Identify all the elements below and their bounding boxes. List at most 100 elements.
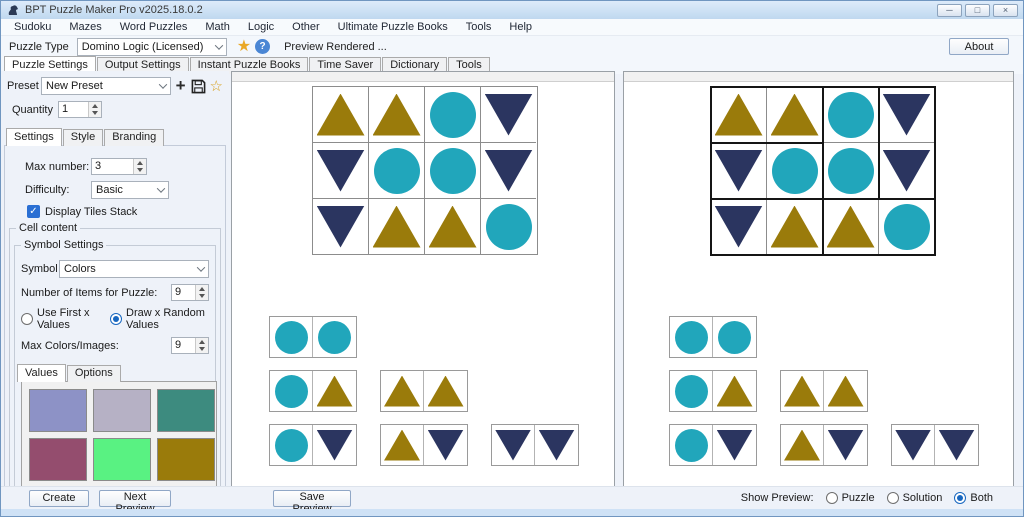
show-preview-radio-label-both: Both [970,492,993,504]
tile-cell [535,425,578,465]
max-number-label: Max number: [25,161,91,173]
spin-down-icon[interactable] [134,167,146,175]
stepper-arrows[interactable] [88,102,101,117]
menu-item-other[interactable]: Other [283,19,329,35]
tiles-row [269,424,579,466]
spin-down-icon[interactable] [89,110,101,118]
domino-tile [380,370,468,412]
grid-cell [767,199,823,254]
about-button[interactable]: About [949,38,1009,55]
window-title: BPT Puzzle Maker Pro v2025.18.0.2 [25,4,203,16]
menu-item-help[interactable]: Help [500,19,541,35]
symbol-select[interactable]: Colors [59,260,209,278]
create-button[interactable]: Create [29,490,89,507]
difficulty-select[interactable]: Basic [91,181,169,199]
panel-top-strip [232,72,614,82]
preset-row: Preset New Preset + ☆ [1,77,229,95]
radio-use-first-x-values[interactable]: Use First x Values [21,307,100,331]
window-controls: ─ □ × [937,4,1018,17]
valuetab-options[interactable]: Options [67,365,121,382]
preset-select[interactable]: New Preset [41,77,171,95]
stepper-arrows[interactable] [195,285,208,300]
favorite-preset-star-icon[interactable]: ☆ [210,79,223,94]
color-swatch-4[interactable] [29,438,87,481]
menu-item-sudoku[interactable]: Sudoku [5,19,60,35]
triangle-down-shape [495,430,531,461]
triangle-up-shape [771,94,819,136]
triangle-down-shape [317,430,353,461]
radio-label-use-first-x-values: Use First x Values [37,307,100,331]
value-mode-radios: Use First x Values Draw x Random Values [15,307,215,331]
grid-cell [711,143,767,199]
radio-icon [21,313,33,325]
color-swatch-2[interactable] [93,389,151,432]
spin-up-icon[interactable] [89,102,101,110]
circle-shape [828,148,874,194]
subtab-branding[interactable]: Branding [104,129,164,146]
circle-shape [318,321,351,354]
tile-cell [935,425,978,465]
circle-shape [675,375,708,408]
triangle-down-shape [883,150,931,192]
menu-item-mazes[interactable]: Mazes [60,19,110,35]
show-preview-radio-both[interactable]: Both [954,492,993,504]
valuetab-values[interactable]: Values [17,364,66,382]
color-swatch-6[interactable] [157,438,215,481]
menu-item-ultimate-puzzle-books[interactable]: Ultimate Puzzle Books [329,19,457,35]
menu-item-logic[interactable]: Logic [239,19,283,35]
spin-down-icon[interactable] [196,293,208,301]
next-preview-button[interactable]: Next Preview [99,490,171,507]
spin-up-icon[interactable] [196,285,208,293]
tile-cell [492,425,535,465]
menu-item-math[interactable]: Math [196,19,238,35]
triangle-up-shape [784,376,820,407]
color-swatch-3[interactable] [157,389,215,432]
display-tiles-row: ✓ Display Tiles Stack [5,205,225,218]
display-tiles-stack-checkbox[interactable]: ✓ [27,205,40,218]
solution-preview-panel [623,71,1014,487]
menu-item-tools[interactable]: Tools [457,19,501,35]
grid-cell [425,143,481,199]
grid-cell [313,87,369,143]
help-icon[interactable]: ? [255,39,270,54]
radio-draw-x-random-values[interactable]: Draw x Random Values [110,307,209,331]
favorite-star-icon[interactable]: ★ [237,39,251,55]
spin-up-icon[interactable] [134,159,146,167]
save-preview-button[interactable]: Save Preview [273,490,351,507]
display-tiles-stack-label: Display Tiles Stack [45,206,137,218]
save-preset-icon[interactable] [191,79,206,94]
subtab-settings[interactable]: Settings [6,128,62,146]
difficulty-value: Basic [96,184,123,196]
max-colors-stepper[interactable]: 9 [171,337,209,354]
stepper-arrows[interactable] [195,338,208,353]
triangle-up-shape [784,430,820,461]
close-button[interactable]: × [993,4,1018,17]
spin-up-icon[interactable] [196,338,208,346]
circle-shape [828,92,874,138]
domino-tile [669,370,757,412]
tile-cell [381,425,424,465]
max-colors-row: Max Colors/Images: 9 [15,337,215,354]
stepper-arrows[interactable] [133,159,146,174]
show-preview-radio-solution[interactable]: Solution [887,492,943,504]
items-for-puzzle-stepper[interactable]: 9 [171,284,209,301]
max-number-stepper[interactable]: 3 [91,158,147,175]
add-preset-icon[interactable]: + [176,79,186,93]
max-colors-label: Max Colors/Images: [21,340,171,352]
show-preview-radio-puzzle[interactable]: Puzzle [826,492,875,504]
solution-tiles-stack [669,316,979,466]
domino-tile [669,316,757,358]
maximize-button[interactable]: □ [965,4,990,17]
menu-item-word-puzzles[interactable]: Word Puzzles [111,19,197,35]
triangle-up-shape [771,206,819,248]
title-bar: BPT Puzzle Maker Pro v2025.18.0.2 ─ □ × [1,1,1023,19]
grid-cell [481,87,536,143]
minimize-button[interactable]: ─ [937,4,962,17]
tile-cell [713,317,756,357]
spin-down-icon[interactable] [196,346,208,354]
subtab-style[interactable]: Style [63,129,103,146]
puzzle-type-select[interactable]: Domino Logic (Licensed) [77,38,227,56]
color-swatch-5[interactable] [93,438,151,481]
quantity-stepper[interactable]: 1 [58,101,102,118]
color-swatch-1[interactable] [29,389,87,432]
